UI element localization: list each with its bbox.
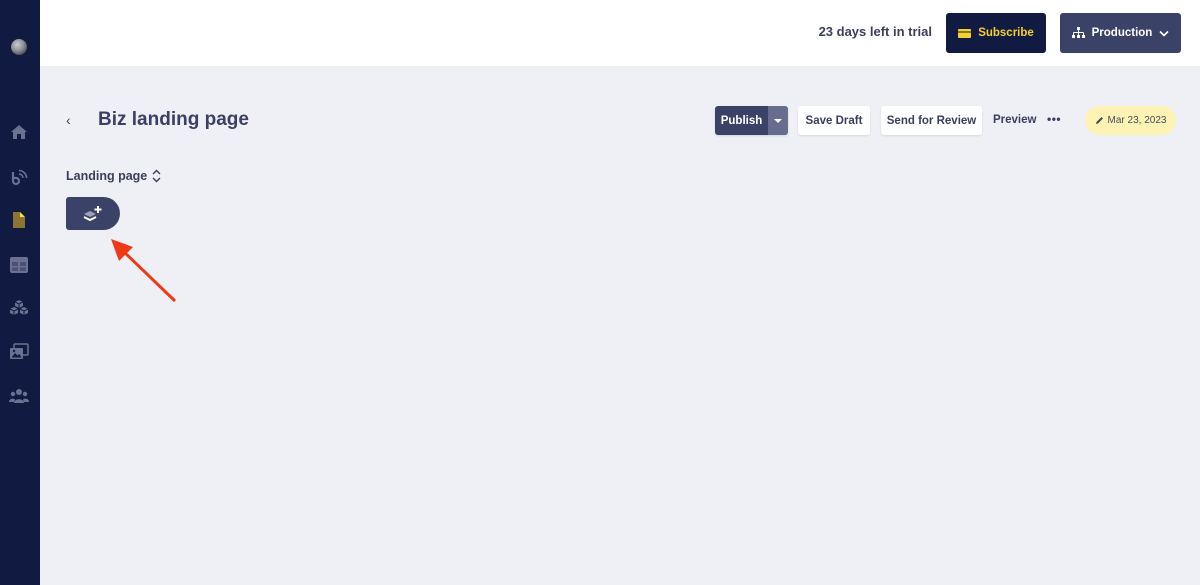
sidebar [0,0,40,585]
page-title: Biz landing page [98,109,249,130]
publish-split-button: Publish [715,106,788,135]
home-icon [11,125,27,139]
more-options-button[interactable]: ••• [1047,112,1061,126]
broadcast-icon [11,169,28,186]
date-label: Mar 23, 2023 [1107,115,1167,126]
add-section-button[interactable] [66,197,120,230]
user-avatar[interactable] [11,39,27,55]
media-gallery-icon [10,343,29,359]
credit-card-icon [958,28,972,38]
subscribe-button[interactable]: Subscribe [946,13,1046,53]
send-for-review-button[interactable]: Send for Review [881,106,982,135]
section-selector[interactable]: Landing page [66,169,161,183]
sidebar-item-media[interactable] [9,343,29,361]
preview-button[interactable]: Preview [993,114,1036,126]
trial-status-text: 23 days left in trial [818,24,932,39]
users-icon [9,389,29,403]
save-draft-button[interactable]: Save Draft [798,106,870,135]
back-button[interactable]: ‹ [66,112,71,128]
sort-toggle-icon [152,169,161,183]
caret-down-icon [774,118,782,123]
add-layer-icon [83,205,102,221]
layout-grid-icon [10,257,28,273]
sidebar-item-layouts[interactable] [9,256,29,274]
page-icon [13,212,25,228]
cubes-icon [9,300,29,315]
sitemap-icon [1071,27,1085,38]
sidebar-item-components[interactable] [9,299,29,317]
environment-dropdown[interactable]: Production [1060,13,1181,53]
publish-options-button[interactable] [768,106,788,135]
annotation-arrow [111,239,177,303]
environment-label: Production [1091,27,1153,39]
sidebar-item-broadcast[interactable] [9,168,29,186]
sidebar-item-home[interactable] [9,123,29,141]
pencil-icon [1095,117,1103,124]
section-label: Landing page [66,169,148,183]
publish-button[interactable]: Publish [715,106,768,135]
sidebar-item-users[interactable] [9,387,29,405]
subscribe-label: Subscribe [978,27,1034,39]
sidebar-item-pages[interactable] [9,211,29,229]
last-edited-date-badge[interactable]: Mar 23, 2023 [1085,106,1176,135]
chevron-down-icon [1159,30,1169,37]
